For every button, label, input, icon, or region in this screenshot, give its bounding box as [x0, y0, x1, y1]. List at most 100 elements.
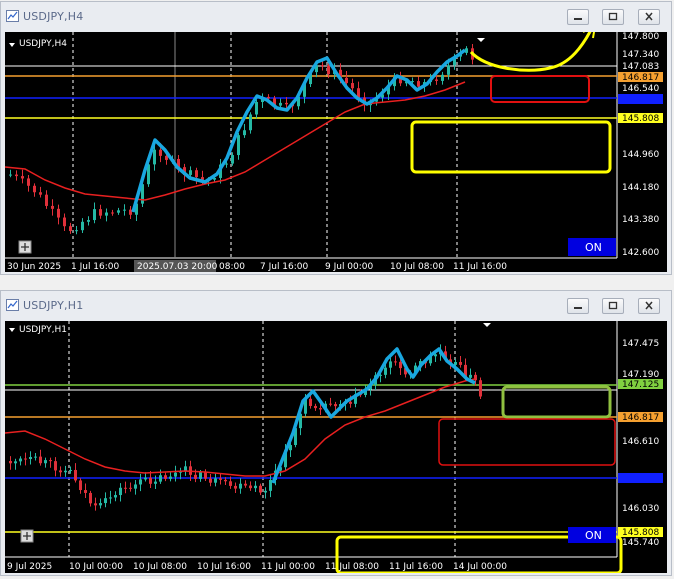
candle-body	[459, 361, 462, 365]
candle-body	[34, 456, 37, 458]
time-label: 1 Jul 16:00	[71, 262, 120, 272]
candle-body	[117, 210, 120, 213]
candle-body	[84, 490, 87, 493]
candle-body	[9, 461, 12, 464]
chart-window-icon	[6, 299, 19, 311]
candle-body	[309, 398, 312, 406]
trend-drawing[interactable]	[271, 347, 476, 484]
candle-body	[69, 469, 72, 471]
minimize-button[interactable]	[567, 298, 589, 314]
time-label: 11 Jul 16:00	[389, 562, 443, 572]
candle-body	[479, 380, 482, 397]
price-label: 147.800	[622, 32, 659, 42]
minimize-button[interactable]	[567, 9, 589, 25]
candle-body	[75, 230, 78, 232]
time-label: 11 Jul 08:00	[325, 562, 379, 572]
candle-body	[454, 361, 457, 365]
close-icon	[645, 12, 653, 21]
price-label: 143.380	[622, 215, 659, 225]
price-chart-h4[interactable]: USDJPY,H4 147.800 147.340 147.083 146.81…	[5, 32, 667, 272]
candle-body	[87, 220, 90, 222]
candle-body	[59, 470, 62, 473]
yellow-zone-box	[410, 120, 612, 174]
candle-body	[329, 403, 332, 405]
candle-body	[27, 178, 30, 186]
candle-body	[249, 485, 252, 489]
candle-body	[199, 472, 202, 479]
candle-body	[139, 479, 142, 485]
trend-drawing[interactable]	[131, 48, 467, 213]
chart-shift-icon[interactable]	[477, 38, 485, 42]
candle-body	[89, 492, 92, 504]
close-icon	[645, 301, 653, 310]
chart-window-h1: USDJPY,H1 USDJPY,H1 147.475 147.190 147.…	[0, 290, 672, 576]
candle-body	[114, 495, 117, 498]
chart-symbol-label: USDJPY,H1	[19, 325, 67, 335]
candle-body	[321, 65, 324, 67]
candle-body	[104, 498, 107, 504]
candle-body	[441, 74, 444, 81]
candle-body	[63, 217, 66, 227]
candle-body	[15, 174, 18, 177]
yellow-arrow-annotation	[469, 32, 592, 72]
candle-body	[29, 457, 32, 460]
symbol-dropdown-icon[interactable]	[9, 328, 15, 332]
time-label: 10 Jul 16:00	[197, 562, 251, 572]
maximize-icon	[608, 301, 618, 310]
price-label: 145.808	[622, 114, 659, 124]
candle-body	[447, 65, 450, 75]
candle-body	[144, 477, 147, 480]
blue-price-tag	[618, 94, 663, 104]
candle-body	[134, 484, 137, 489]
price-label: 145.808	[622, 528, 659, 538]
candle-body	[229, 481, 232, 486]
price-chart-h1[interactable]: USDJPY,H1 147.475 147.190 147.125 146.81…	[5, 321, 667, 573]
candle-body	[19, 458, 22, 462]
candle-body	[194, 474, 197, 479]
candle-body	[345, 77, 348, 84]
chart-symbol-label: USDJPY,H4	[19, 39, 67, 49]
candle-body	[254, 485, 257, 489]
candle-body	[327, 65, 330, 75]
candles-h1	[9, 344, 482, 511]
candle-body	[279, 102, 282, 106]
candle-body	[314, 405, 317, 409]
price-label: 144.180	[622, 183, 659, 193]
candle-body	[154, 481, 157, 484]
time-label: 10 Jul 08:00	[390, 262, 444, 272]
candles-h4	[9, 44, 474, 235]
candle-body	[149, 477, 152, 484]
candle-body	[219, 478, 222, 480]
candle-body	[389, 361, 392, 368]
moving-average-line	[5, 378, 476, 477]
chart-shift-icon[interactable]	[483, 323, 491, 327]
candle-body	[264, 490, 267, 493]
title-bar[interactable]: USDJPY,H4	[1, 2, 671, 32]
candle-body	[224, 479, 227, 482]
candle-body	[105, 212, 108, 216]
candle-body	[129, 487, 132, 489]
candle-body	[109, 497, 112, 499]
candle-body	[469, 374, 472, 378]
candle-body	[174, 472, 177, 477]
candle-body	[244, 483, 247, 486]
candle-body	[14, 461, 17, 464]
candle-body	[435, 79, 438, 81]
blue-price-tag	[618, 473, 663, 483]
candle-body	[39, 192, 42, 195]
on-badge-label: ON	[585, 529, 602, 542]
close-button[interactable]	[638, 298, 660, 314]
close-button[interactable]	[638, 9, 660, 25]
symbol-dropdown-icon[interactable]	[9, 43, 15, 47]
maximize-button[interactable]	[602, 9, 624, 25]
candle-body	[411, 81, 414, 83]
title-bar[interactable]: USDJPY,H1	[1, 291, 671, 321]
price-label: 144.960	[622, 150, 659, 160]
time-label: 08:00	[219, 262, 245, 272]
candle-body	[285, 102, 288, 105]
candle-body	[124, 487, 127, 489]
candle-body	[394, 361, 397, 363]
candle-body	[45, 194, 48, 206]
maximize-button[interactable]	[602, 298, 624, 314]
candle-body	[9, 174, 12, 176]
